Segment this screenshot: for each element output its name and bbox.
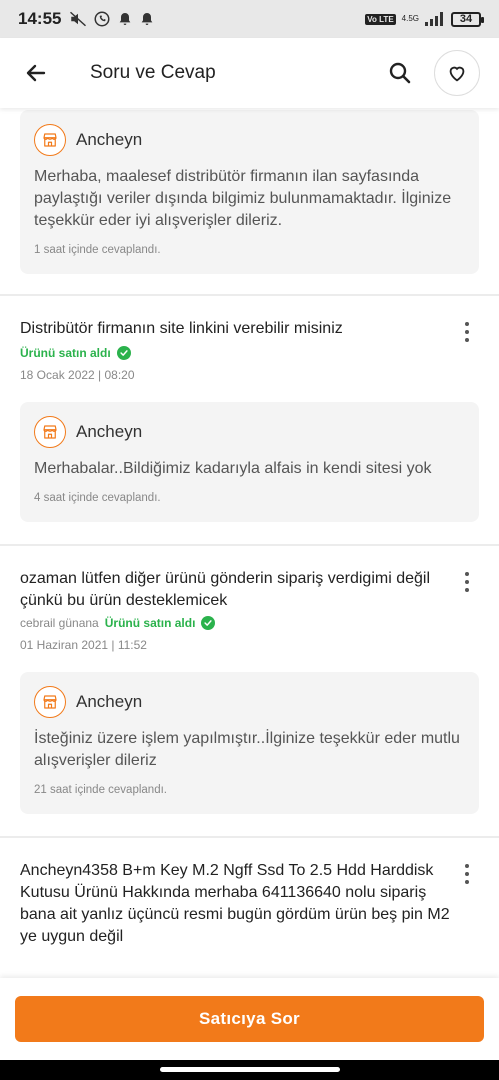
qa-list[interactable]: Ancheyn Merhaba, maalesef distribütör fi… [0,108,499,978]
qa-item: ozaman lütfen diğer ürünü gönderin sipar… [0,546,499,836]
system-icons: Vo LTE 4.5G 34 [365,11,484,27]
battery-icon: 34 [451,11,484,27]
system-nav-bar [0,1060,499,1080]
page-title: Soru ve Cevap [90,62,216,83]
question-meta: Ürünü satın aldı [0,346,499,360]
volte-badge: Vo LTE [365,13,396,25]
answer-text: İsteğiniz üzere işlem yapılmıştır..İlgin… [34,730,460,769]
search-icon [389,62,411,84]
qa-item: Ancheyn4358 B+m Key M.2 Ngff Ssd To 2.5 … [0,838,499,970]
mute-icon [70,11,87,27]
seller-row: Ancheyn [34,416,465,448]
check-icon [201,616,216,630]
asker-name: cebrail günana [20,616,99,630]
seller-row: Ancheyn [34,686,465,718]
store-icon [34,124,66,156]
question-date: 18 Ocak 2022 | 08:20 [20,368,135,382]
signal-icon [425,12,443,26]
bought-badge: Ürünü satın aldı [104,616,196,630]
more-options-button[interactable] [455,860,479,948]
notification-icons [69,10,155,28]
app-bar: Soru ve Cevap [0,38,499,108]
seller-row: Ancheyn [34,124,465,156]
home-indicator[interactable] [160,1067,340,1072]
question-date: 01 Haziran 2021 | 11:52 [20,638,147,652]
bought-badge: Ürünü satın aldı [20,346,111,360]
seller-name: Ancheyn [76,692,143,711]
network-type: 4.5G [401,14,419,23]
answer-text: Merhabalar..Bildiğimiz kadarıyla alfais … [34,460,432,477]
whatsapp-icon [94,11,110,27]
answer-box: Ancheyn Merhaba, maalesef distribütör fi… [20,110,479,274]
ask-seller-button[interactable]: Satıcıya Sor [15,996,484,1042]
search-button[interactable] [382,55,418,91]
favorite-button[interactable] [434,50,480,96]
question-text: Distribütör firmanın site linkini verebi… [20,320,343,337]
seller-name: Ancheyn [76,422,143,441]
store-icon [34,686,66,718]
qa-item: Ancheyn Merhaba, maalesef distribütör fi… [0,108,499,294]
answer-box: Ancheyn İsteğiniz üzere işlem yapılmıştı… [20,672,479,814]
status-bar: 14:55 Vo LTE 4.5G 34 [0,0,499,38]
answer-box: Ancheyn Merhabalar..Bildiğimiz kadarıyla… [20,402,479,522]
heart-icon [449,66,465,82]
bottom-bar: Satıcıya Sor [0,978,499,1060]
question-meta: cebrail günana Ürünü satın aldı [0,616,499,630]
bell-icon [120,13,131,25]
qa-item: Distribütör firmanın site linkini verebi… [0,296,499,544]
answer-time: 1 saat içinde cevaplandı. [34,244,161,256]
more-options-button[interactable] [455,318,479,342]
answer-time: 21 saat içinde cevaplandı. [34,784,167,796]
arrow-left-icon [26,64,46,82]
store-icon [34,416,66,448]
question-text: Ancheyn4358 B+m Key M.2 Ngff Ssd To 2.5 … [20,862,450,945]
status-time: 14:55 [18,9,62,28]
answer-text: Merhaba, maalesef distribütör firmanın i… [34,168,452,229]
more-options-button[interactable] [455,568,479,612]
seller-name: Ancheyn [76,130,143,149]
check-icon [116,346,131,360]
question-text: ozaman lütfen diğer ürünü gönderin sipar… [20,570,431,609]
bell-icon [142,13,153,25]
battery-level: 34 [459,13,473,25]
answer-time: 4 saat içinde cevaplandı. [34,492,161,504]
back-button[interactable] [18,55,54,91]
